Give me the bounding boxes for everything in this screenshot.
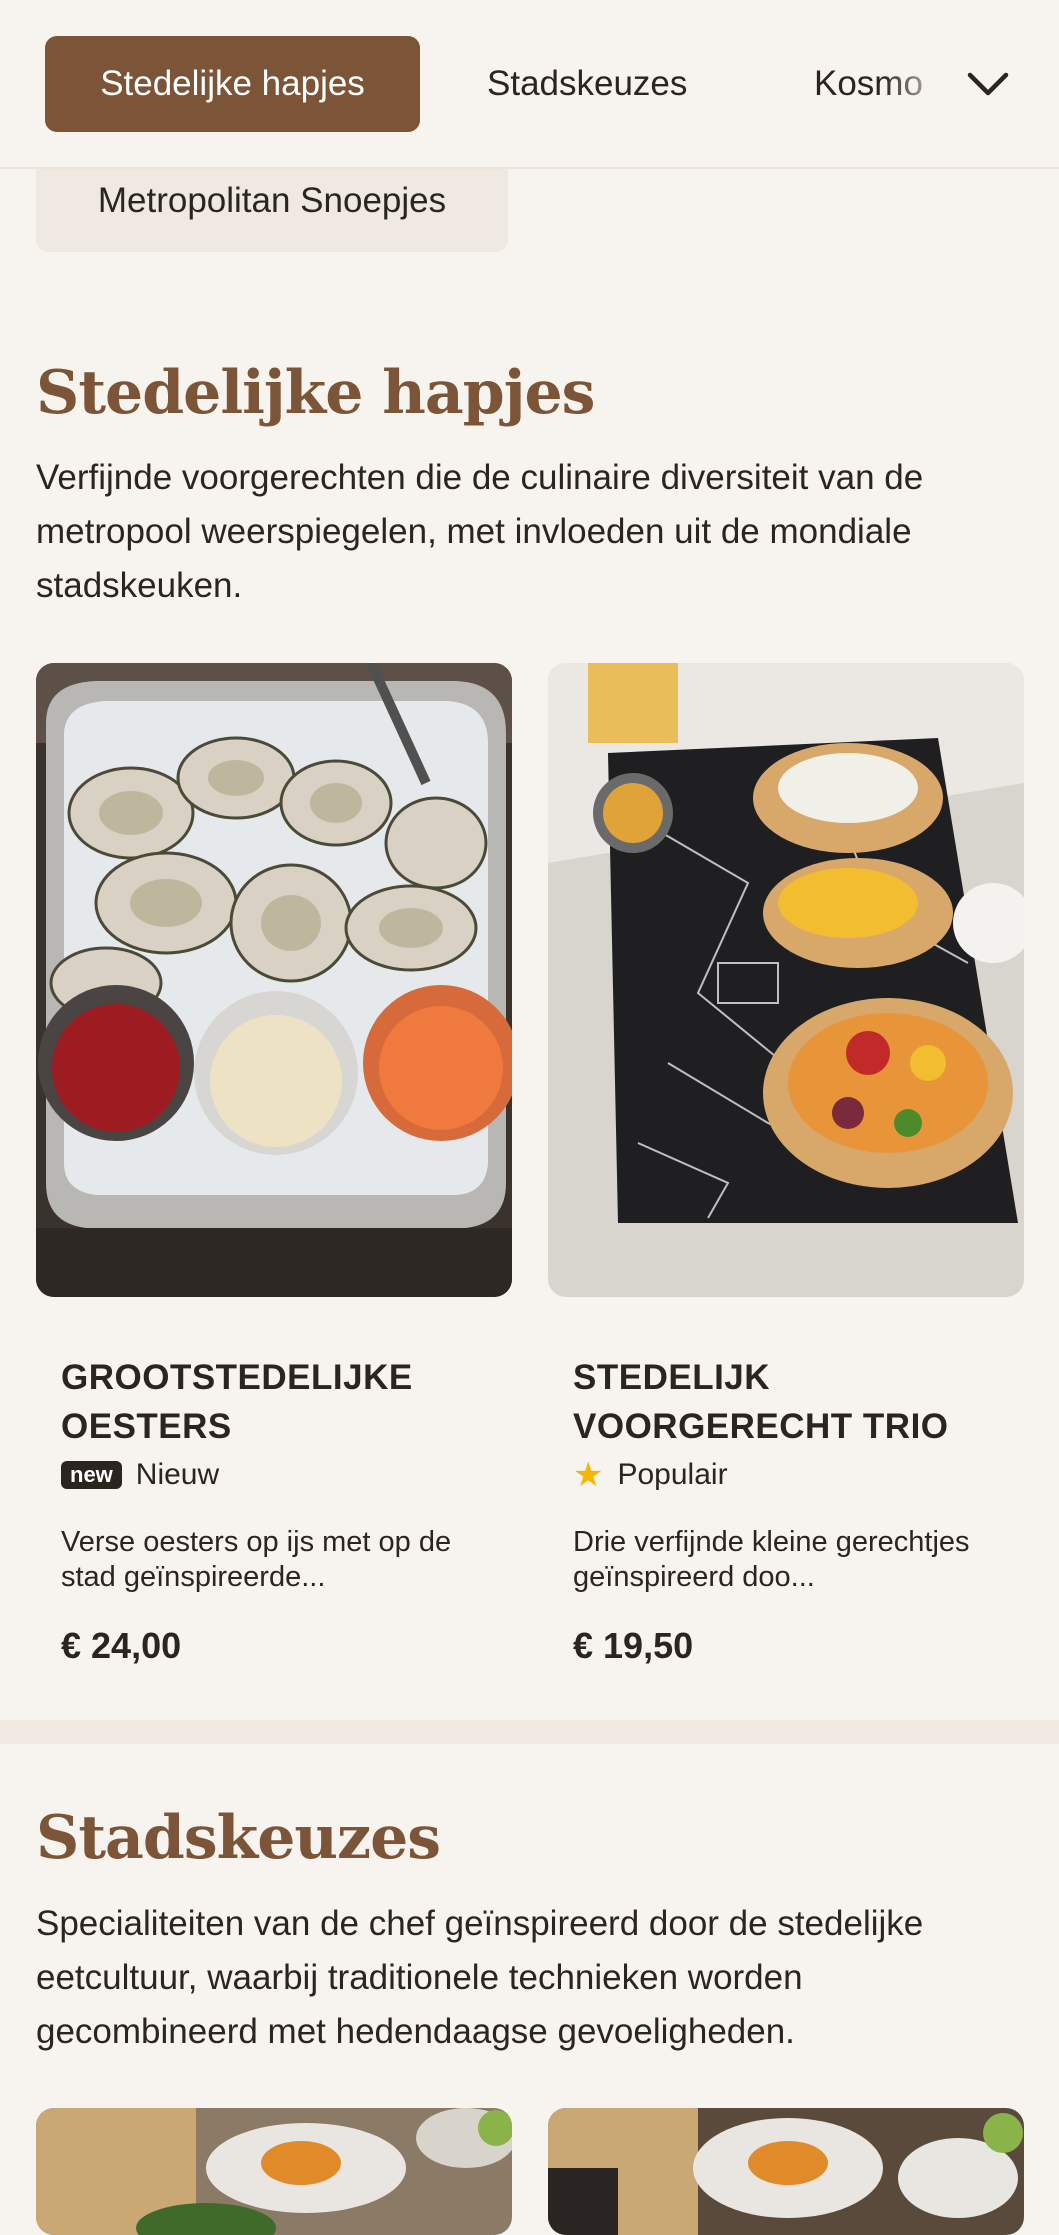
tab-kosmo[interactable]: Kosmo xyxy=(814,36,954,132)
menu-card-trio[interactable]: Stedelijk Voorgerecht Trio ★ Populair Dr… xyxy=(548,663,1024,1683)
tab-stedelijke-hapjes[interactable]: Stedelijke hapjes xyxy=(45,36,420,132)
dish-image xyxy=(548,2108,1024,2235)
category-nav: Stedelijke hapjes Stadskeuzes Kosmo xyxy=(0,0,1059,169)
appetizer-trio-image xyxy=(548,663,1024,1297)
item-description: Drie verfijnde kleine gerechtjes geïnspi… xyxy=(573,1526,970,1593)
section-description: Specialiteiten van de chef geïnspireerd … xyxy=(36,1904,924,2051)
item-price: € 24,00 xyxy=(61,1625,182,1666)
dish-image xyxy=(36,2108,512,2235)
section-divider xyxy=(0,1720,1059,1744)
item-badge: new Nieuw xyxy=(61,1455,219,1495)
new-badge-icon: new xyxy=(61,1461,122,1489)
item-badge: ★ Populair xyxy=(573,1455,728,1495)
item-name: Stedelijk Voorgerecht Trio xyxy=(573,1358,949,1446)
section-description: Verfijnde voorgerechten die de culinaire… xyxy=(36,458,924,605)
star-icon: ★ xyxy=(573,1456,604,1494)
menu-card-partial[interactable] xyxy=(548,2108,1024,2235)
tab-stadskeuzes[interactable]: Stadskeuzes xyxy=(487,36,687,132)
section-title: Stedelijke hapjes xyxy=(36,358,595,428)
section-title: Stadskeuzes xyxy=(36,1803,441,1873)
item-price: € 19,50 xyxy=(573,1625,694,1666)
badge-label: Populair xyxy=(617,1458,728,1491)
item-description: Verse oesters op ijs met op de stad geïn… xyxy=(61,1526,452,1593)
badge-label: Nieuw xyxy=(135,1458,220,1491)
chevron-down-icon[interactable] xyxy=(962,58,1014,110)
oysters-image xyxy=(36,663,512,1297)
menu-card-oesters[interactable]: Grootstedelijke Oesters new Nieuw Verse … xyxy=(36,663,512,1683)
menu-card-partial[interactable] xyxy=(36,2108,512,2235)
item-name: Grootstedelijke Oesters xyxy=(61,1358,413,1446)
